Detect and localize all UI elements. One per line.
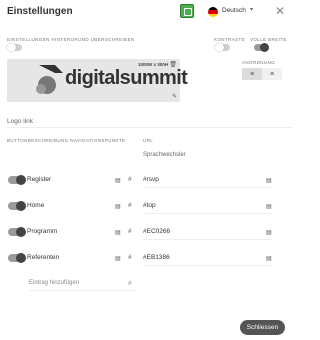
nav-item-label[interactable]: Programm	[27, 228, 57, 235]
dialog-header: Einstellungen Deutsch ▾ ✕	[0, 0, 292, 26]
nav-item-url[interactable]: #top	[143, 202, 156, 209]
nav-item-toggle[interactable]	[8, 175, 26, 185]
nav-item-label[interactable]: Home	[27, 202, 44, 209]
label-style-icon[interactable]: ▤	[115, 203, 121, 210]
url-style-icon[interactable]: ▤	[266, 229, 272, 236]
hash-icon: #	[128, 176, 132, 183]
edit-icon[interactable]: ✎	[172, 93, 177, 100]
row-divider	[143, 239, 273, 240]
language-settings-icon[interactable]	[180, 4, 194, 18]
url-style-icon[interactable]: ▤	[266, 203, 272, 210]
full-width-toggle[interactable]	[254, 43, 269, 52]
hash-icon: #	[128, 280, 132, 287]
add-entry-input[interactable]: Eintrag hinzufügen	[29, 280, 79, 286]
contrast-toggle[interactable]	[215, 43, 230, 52]
nav-item-url[interactable]: #EC0266	[143, 228, 170, 235]
label-style-icon[interactable]: ▤	[115, 177, 121, 184]
logo-mark-icon	[36, 65, 63, 94]
hash-icon: #	[128, 202, 132, 209]
align-right-icon[interactable]: ≡	[262, 68, 282, 80]
align-left-icon[interactable]: ≡	[242, 68, 262, 80]
url-column-header: URL	[143, 138, 154, 143]
contrast-label: Kontraste	[214, 37, 246, 42]
alignment-label: Anordnung	[242, 60, 276, 65]
logo-text: digitalsummit	[65, 67, 188, 89]
nav-item-label[interactable]: Register	[27, 176, 51, 183]
row-divider	[143, 213, 273, 214]
overwrite-bg-toggle[interactable]	[7, 43, 22, 52]
url-style-icon[interactable]: ▤	[266, 255, 272, 262]
chevron-down-icon[interactable]: ▾	[250, 6, 253, 13]
label-style-icon[interactable]: ▤	[115, 229, 121, 236]
logo-link-input[interactable]: Logo link	[7, 118, 292, 128]
nav-item-url[interactable]: #rsvp	[143, 176, 159, 183]
close-icon[interactable]: ✕	[275, 5, 285, 17]
close-button[interactable]: Schliessen	[240, 320, 285, 335]
nav-item-toggle[interactable]	[8, 201, 26, 211]
alignment-group: ≡ ≡	[242, 68, 282, 80]
hash-icon: #	[128, 254, 132, 261]
add-entry-divider	[29, 290, 135, 291]
language-select[interactable]: Deutsch	[222, 7, 246, 14]
sprachwechsler-field[interactable]: Sprachwechsler	[143, 152, 186, 158]
german-flag-icon[interactable]	[208, 7, 218, 17]
label-style-icon[interactable]: ▤	[115, 255, 121, 262]
full-width-label: Volle Breite	[250, 37, 287, 42]
nav-item-url[interactable]: #EB1386	[143, 254, 170, 261]
hash-icon: #	[128, 228, 132, 235]
row-divider	[143, 187, 273, 188]
overwrite-bg-label: Einstellungen Hintergrund überschreiben	[7, 37, 135, 42]
nav-item-label[interactable]: Referenten	[27, 254, 59, 261]
logo-image-preview[interactable]: 1000W x 300H 🗑 digitalsummit ✎	[7, 59, 188, 102]
nav-item-toggle[interactable]	[8, 227, 26, 237]
row-divider	[143, 265, 273, 266]
nav-item-toggle[interactable]	[8, 253, 26, 263]
url-style-icon[interactable]: ▤	[266, 177, 272, 184]
dialog-title: Einstellungen	[7, 6, 73, 17]
nav-label-column-header: Buttonbeschreibung Navigationspunkte	[7, 138, 126, 143]
